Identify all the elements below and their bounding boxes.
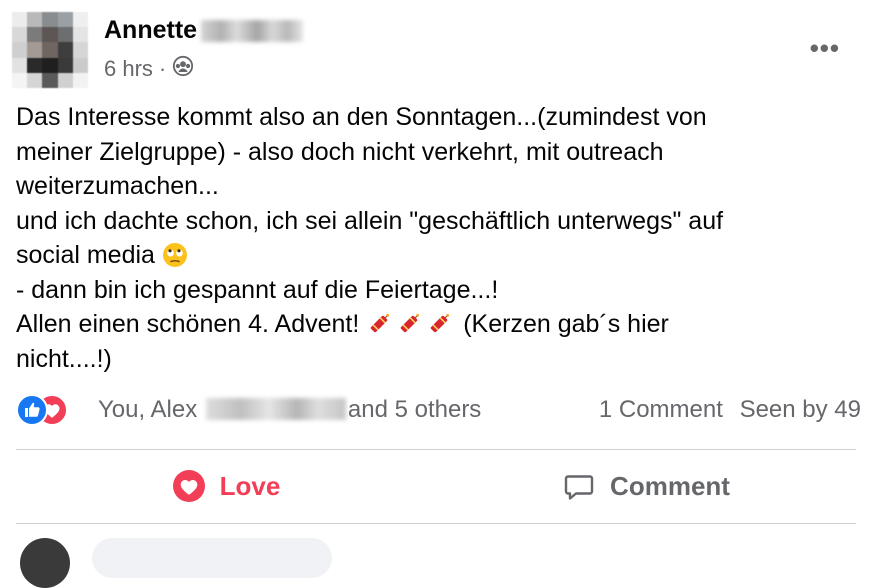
post-body: Das Interesse kommt also an den Sonntage… <box>16 100 856 376</box>
like-icon[interactable] <box>16 394 48 426</box>
post-line: Das Interesse kommt also an den Sonntage… <box>16 103 707 131</box>
divider-top <box>16 449 856 450</box>
face-with-rolling-eyes-icon <box>162 242 188 268</box>
current-user-avatar[interactable] <box>20 538 70 588</box>
post-line: (Kerzen gab´s hier <box>463 310 669 338</box>
comment-input[interactable] <box>92 538 332 578</box>
post-stats: 1 Comment Seen by 49 <box>599 396 861 424</box>
firecracker-icon <box>396 311 422 337</box>
post-timestamp[interactable]: 6 hrs <box>104 56 153 82</box>
post-line: weiterzumachen... <box>16 172 219 200</box>
divider-bottom <box>16 523 856 524</box>
post-line: social media <box>16 241 155 269</box>
reactors-names[interactable]: You, Alex and 5 others <box>98 396 481 424</box>
love-reaction-icon <box>172 470 205 502</box>
post-line-with-emoji: Allen einen schönen 4. Advent! (Kerzen g… <box>16 307 856 342</box>
more-options-button[interactable]: ••• <box>810 33 840 64</box>
post-line: meiner Zielgruppe) - also doch nicht ver… <box>16 137 664 166</box>
author-first-name[interactable]: Annette <box>104 16 197 45</box>
post-line-with-emoji: social media <box>16 238 856 273</box>
friends-icon[interactable] <box>172 55 194 83</box>
meta-separator: · <box>158 56 167 81</box>
reactions-summary: You, Alex and 5 others 1 Comment Seen by… <box>16 392 861 428</box>
redacted-surname <box>201 19 304 42</box>
seen-by-count[interactable]: Seen by 49 <box>740 396 861 423</box>
love-button[interactable]: Love <box>16 455 436 517</box>
firecracker-icon <box>366 311 392 337</box>
post-line: nicht....!) <box>16 344 112 373</box>
post-meta: 6 hrs · <box>104 55 194 83</box>
reaction-icons[interactable] <box>16 392 86 428</box>
comment-button[interactable]: Comment <box>436 455 856 517</box>
post-line: und ich dachte schon, ich sei allein "ge… <box>16 206 724 235</box>
firecracker-icon <box>426 311 452 337</box>
redacted-name <box>205 398 346 420</box>
comment-button-label: Comment <box>610 470 730 501</box>
author-name[interactable]: Annette <box>104 16 304 45</box>
comment-count[interactable]: 1 Comment <box>599 396 723 423</box>
comment-icon <box>564 475 594 500</box>
reactors-suffix: and 5 others <box>347 396 482 423</box>
post-line: Allen einen schönen 4. Advent! <box>16 310 360 338</box>
author-avatar[interactable] <box>12 12 88 88</box>
love-button-label: Love <box>219 470 281 501</box>
post-line: - dann bin ich gespannt auf die Feiertag… <box>16 275 499 304</box>
reactors-prefix: You, Alex <box>98 396 198 423</box>
